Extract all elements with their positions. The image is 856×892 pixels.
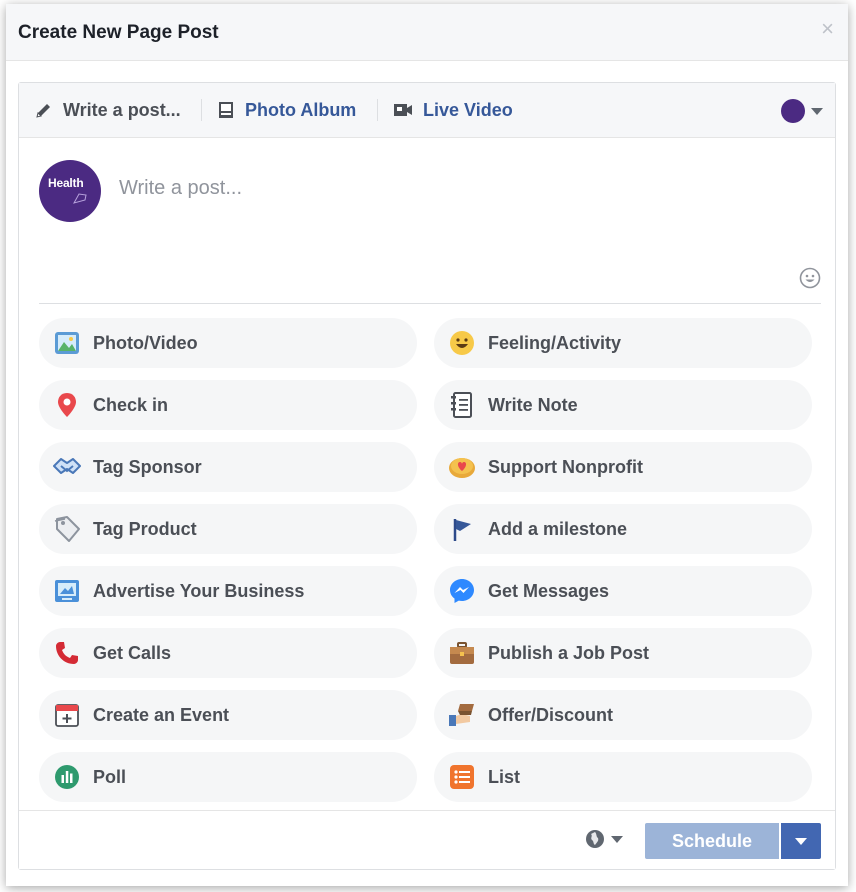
option-add-milestone[interactable]: Add a milestone xyxy=(434,504,812,554)
close-icon[interactable]: × xyxy=(821,18,834,40)
option-advertise-business[interactable]: Advertise Your Business xyxy=(39,566,417,616)
calendar-icon xyxy=(55,704,79,727)
option-label: Add a milestone xyxy=(488,518,628,539)
schedule-dropdown-button[interactable] xyxy=(781,823,821,859)
create-post-dialog: Create New Page Post × Write a post... P… xyxy=(6,4,848,886)
tab-photo-album-label: Photo Album xyxy=(245,99,357,120)
option-check-in[interactable]: Check in xyxy=(39,380,417,430)
option-get-messages[interactable]: Get Messages xyxy=(434,566,812,616)
option-tag-sponsor[interactable]: Tag Sponsor xyxy=(39,442,417,492)
tab-write-post[interactable]: Write a post... xyxy=(35,83,181,137)
option-publish-job-post[interactable]: Publish a Job Post xyxy=(434,628,812,678)
page-avatar[interactable]: Health xyxy=(39,160,101,222)
option-label: Get Calls xyxy=(93,642,172,663)
chevron-down-icon xyxy=(795,837,807,845)
option-feeling-activity[interactable]: Feeling/Activity xyxy=(434,318,812,368)
option-label: Get Messages xyxy=(488,580,610,601)
option-get-calls[interactable]: Get Calls xyxy=(39,628,417,678)
option-label: Offer/Discount xyxy=(488,704,614,725)
chevron-down-icon xyxy=(611,835,623,843)
tab-live-video[interactable]: Live Video xyxy=(393,83,513,137)
composer-tabs: Write a post... Photo Album Live Video xyxy=(19,83,835,138)
poll-icon xyxy=(55,765,79,789)
smiley-icon xyxy=(799,267,821,289)
option-support-nonprofit[interactable]: Support Nonprofit xyxy=(434,442,812,492)
option-list[interactable]: List xyxy=(434,752,812,802)
dialog-header: Create New Page Post × xyxy=(6,4,848,61)
map-outline-icon xyxy=(73,193,87,204)
option-label: Support Nonprofit xyxy=(488,456,643,477)
notebook-icon xyxy=(451,392,472,418)
photo-album-icon xyxy=(219,102,233,118)
tag-icon xyxy=(54,516,80,542)
page-switcher[interactable] xyxy=(781,99,823,123)
photo-video-icon xyxy=(55,332,79,354)
pencil-icon xyxy=(36,104,50,118)
option-label: Advertise Your Business xyxy=(93,580,305,601)
tab-photo-album[interactable]: Photo Album xyxy=(217,83,356,137)
offer-tag-icon xyxy=(449,704,474,726)
video-camera-icon xyxy=(394,104,412,116)
option-label: Create an Event xyxy=(93,704,230,725)
option-tag-product[interactable]: Tag Product xyxy=(39,504,417,554)
tab-write-post-label: Write a post... xyxy=(63,99,181,120)
avatar-text: Health xyxy=(48,176,84,190)
dialog-title: Create New Page Post xyxy=(18,22,219,43)
handshake-icon xyxy=(53,458,81,474)
list-icon xyxy=(450,765,474,789)
option-poll[interactable]: Poll xyxy=(39,752,417,802)
option-label: Publish a Job Post xyxy=(488,642,650,663)
composer-footer: Schedule xyxy=(19,810,835,869)
audience-selector[interactable] xyxy=(585,829,623,849)
phone-icon xyxy=(56,642,78,664)
option-label: Write Note xyxy=(488,394,578,415)
option-label: Check in xyxy=(93,394,169,415)
page-avatar-small xyxy=(781,99,805,123)
tab-divider xyxy=(201,99,202,121)
location-pin-icon xyxy=(58,393,76,417)
composer-divider xyxy=(39,303,821,304)
tab-live-video-label: Live Video xyxy=(423,99,513,120)
option-label: Tag Product xyxy=(93,518,197,539)
option-label: List xyxy=(488,766,521,787)
globe-icon xyxy=(586,830,604,848)
option-offer-discount[interactable]: Offer/Discount xyxy=(434,690,812,740)
emoji-button[interactable] xyxy=(799,267,821,294)
option-label: Feeling/Activity xyxy=(488,332,622,353)
option-write-note[interactable]: Write Note xyxy=(434,380,812,430)
post-composer: Write a post... Photo Album Live Video H… xyxy=(18,82,836,870)
chevron-down-icon xyxy=(811,107,823,115)
option-label: Poll xyxy=(93,766,127,787)
option-photo-video[interactable]: Photo/Video xyxy=(39,318,417,368)
advertise-icon xyxy=(55,580,79,602)
post-text-input[interactable] xyxy=(119,177,759,200)
schedule-button[interactable]: Schedule xyxy=(645,823,779,859)
smiley-face-icon xyxy=(450,331,474,355)
tab-divider xyxy=(377,99,378,121)
heart-coin-icon xyxy=(449,458,475,478)
option-label: Photo/Video xyxy=(93,332,198,353)
flag-icon xyxy=(453,519,471,541)
briefcase-icon xyxy=(450,642,474,664)
option-label: Tag Sponsor xyxy=(93,456,202,477)
messenger-icon xyxy=(450,579,474,603)
option-create-event[interactable]: Create an Event xyxy=(39,690,417,740)
